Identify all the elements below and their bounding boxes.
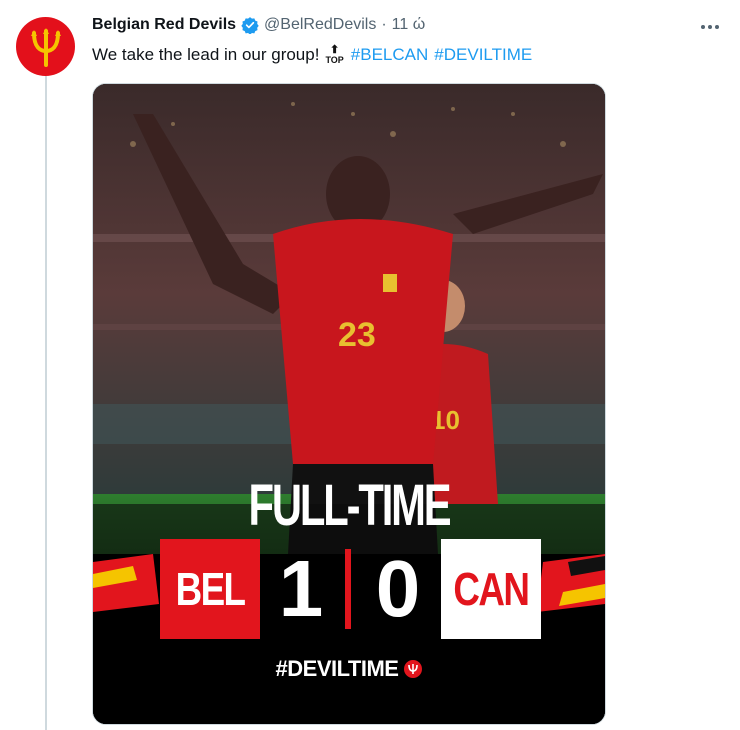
media-hashtag: #DEVILTIME <box>93 656 605 682</box>
verified-badge-icon <box>241 17 259 34</box>
trident-icon <box>30 27 61 67</box>
top-arrow-icon: ⬆ TOP <box>325 44 344 65</box>
tweet-timestamp[interactable]: 11 ώ <box>392 16 426 34</box>
tweet-body: We take the lead in our group! <box>92 45 320 64</box>
score-home: 1 <box>278 544 324 633</box>
header-separator: · <box>381 16 387 33</box>
scoreboard: BEL 1 0 CAN <box>93 539 605 639</box>
thread-line <box>45 76 47 730</box>
tweet-header: Belgian Red Devils @BelRedDevils · 11 ώ <box>92 16 425 34</box>
top-arrow-label: TOP <box>325 55 344 65</box>
avatar[interactable] <box>16 17 75 76</box>
svg-text:23: 23 <box>338 316 376 354</box>
full-time-title: FULL-TIME <box>248 473 452 538</box>
media-hashtag-text: #DEVILTIME <box>275 656 399 681</box>
tweet-text: We take the lead in our group! ⬆ TOP #BEL… <box>92 45 532 65</box>
score-away: 0 <box>375 544 421 633</box>
team-away-badge: CAN <box>441 539 541 639</box>
hashtag-deviltime[interactable]: #DEVILTIME <box>434 45 532 65</box>
score-divider <box>345 549 351 629</box>
team-home-badge: BEL <box>160 539 260 639</box>
team-home-label: BEL <box>175 563 246 615</box>
more-dots-icon[interactable] <box>698 15 722 39</box>
team-away-label: CAN <box>453 563 531 615</box>
hashtag-belcan[interactable]: #BELCAN <box>351 45 428 65</box>
trident-icon <box>404 660 423 678</box>
author-handle[interactable]: @BelRedDevils <box>264 16 376 34</box>
tweet-media-image[interactable]: 10 23 FULL-TIME BEL 1 0 CAN #DEVILTIME <box>92 83 606 725</box>
author-name[interactable]: Belgian Red Devils <box>92 16 236 34</box>
